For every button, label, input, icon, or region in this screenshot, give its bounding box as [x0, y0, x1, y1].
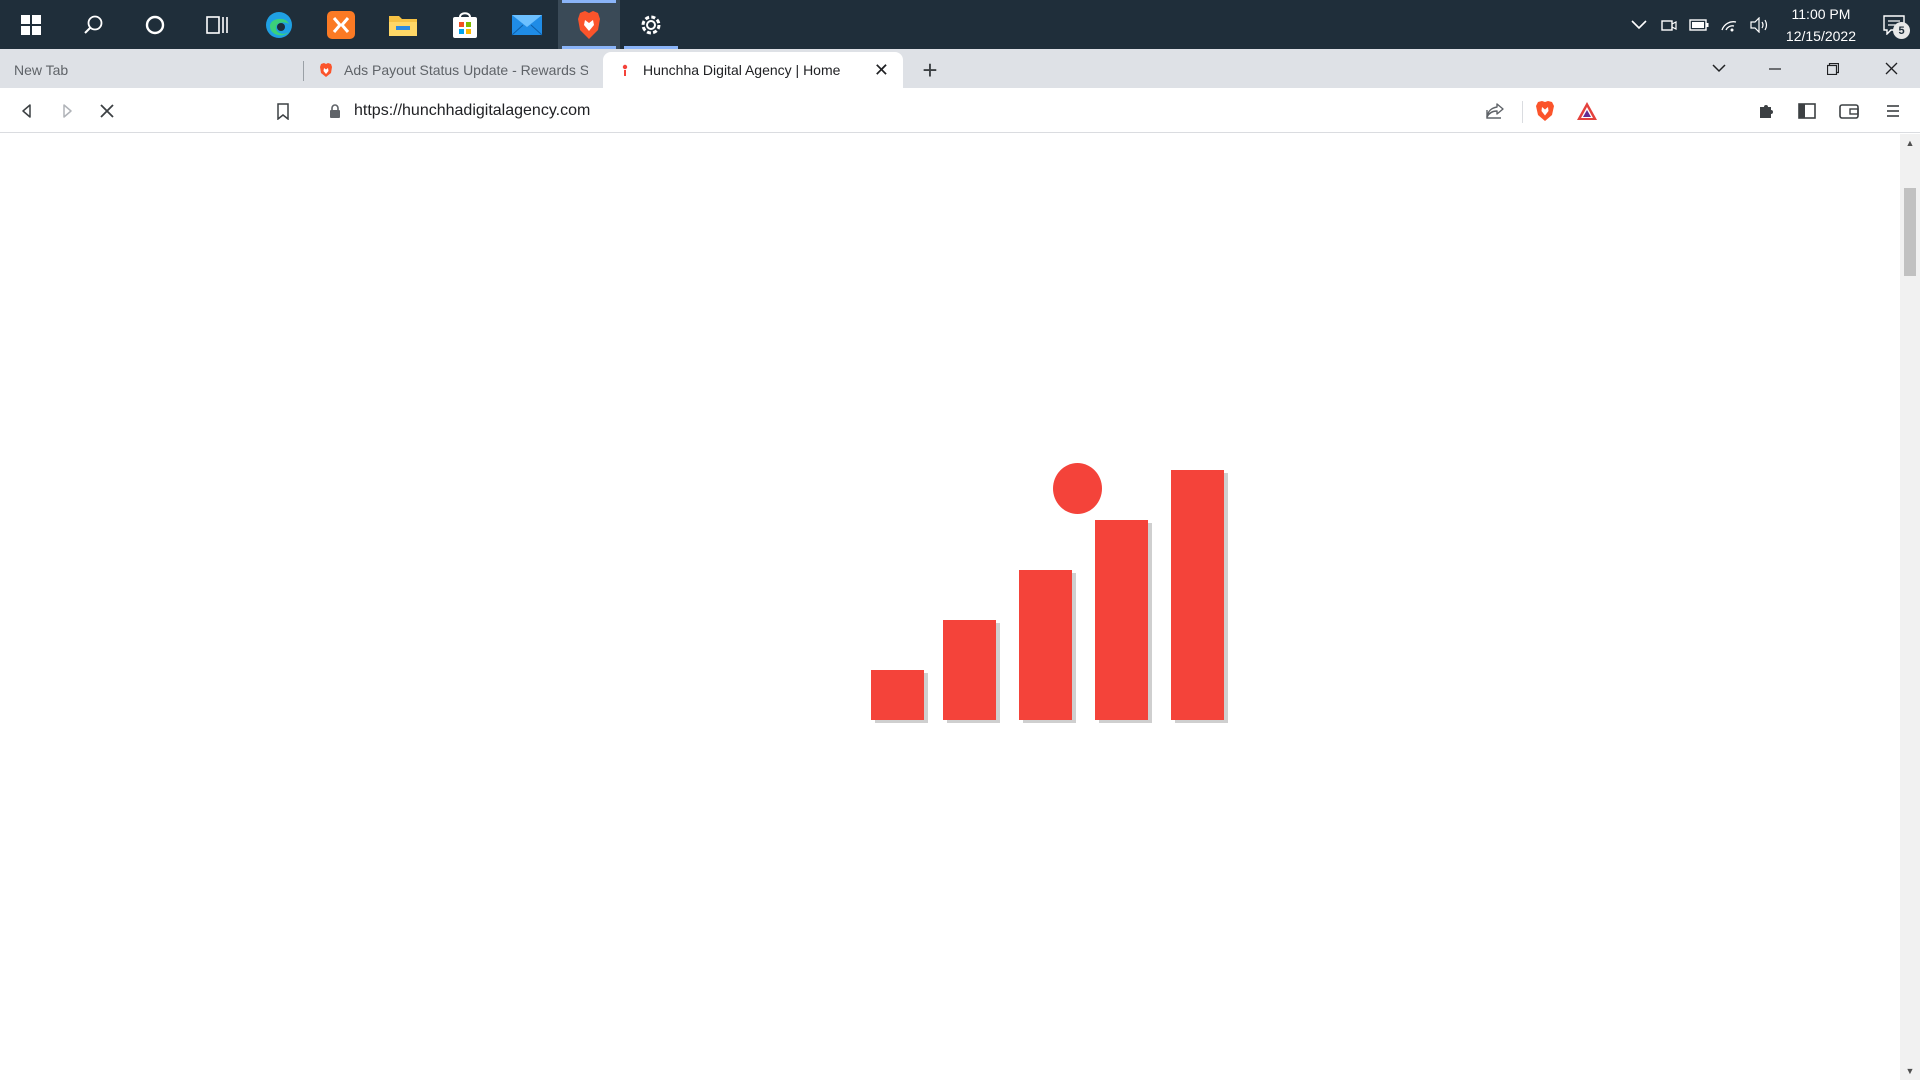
page-content: [0, 134, 1900, 1080]
tab-title: Hunchha Digital Agency | Home: [643, 62, 841, 78]
forward-button[interactable]: [52, 96, 82, 126]
browser-toolbar: https://hunchhadigitalagency.com: [0, 88, 1920, 133]
share-icon[interactable]: [1480, 96, 1510, 126]
wallet-icon[interactable]: [1834, 96, 1864, 126]
store-icon[interactable]: [434, 0, 496, 49]
preloader-bar-1: [871, 670, 924, 720]
bookmark-icon[interactable]: [268, 96, 298, 126]
page-scrollbar[interactable]: ▲ ▼: [1900, 134, 1920, 1080]
tab-title: New Tab: [14, 62, 69, 78]
new-tab-button[interactable]: +: [914, 54, 946, 86]
windows-taskbar: 11:00 PM 12/15/2022 5: [0, 0, 1920, 49]
preloader-bar-5: [1171, 470, 1224, 720]
scrollbar-thumb[interactable]: [1904, 188, 1916, 276]
windows-start-icon[interactable]: [0, 0, 62, 49]
chevron-up-icon[interactable]: [1624, 0, 1654, 49]
close-tab-icon[interactable]: ✕: [864, 60, 889, 81]
sidebar-icon[interactable]: [1792, 96, 1822, 126]
brave-favicon-icon: [320, 63, 332, 77]
address-bar[interactable]: https://hunchhadigitalagency.com: [310, 93, 1610, 128]
xampp-icon[interactable]: [310, 0, 372, 49]
search-icon[interactable]: [62, 0, 124, 49]
preloader-animation: [0, 134, 1900, 1080]
mail-icon[interactable]: [496, 0, 558, 49]
clock-date: 12/15/2022: [1785, 27, 1856, 44]
settings-icon[interactable]: [620, 0, 682, 49]
volume-icon[interactable]: [1744, 0, 1774, 49]
back-button[interactable]: [12, 96, 42, 126]
tab-hunchha-digital-agency[interactable]: Hunchha Digital Agency | Home ✕: [603, 52, 903, 88]
file-explorer-icon[interactable]: [372, 0, 434, 49]
notification-center-icon[interactable]: 5: [1868, 0, 1920, 49]
tab-new-tab[interactable]: New Tab: [0, 52, 302, 88]
loading-favicon-icon: [622, 64, 628, 76]
url-text: https://hunchhadigitalagency.com: [354, 101, 591, 119]
preloader-dot: [1053, 463, 1102, 514]
tab-search-icon[interactable]: [1696, 49, 1742, 88]
extensions-icon[interactable]: [1752, 96, 1782, 126]
tab-title: Ads Payout Status Update - Rewards S: [344, 62, 588, 78]
battery-icon[interactable]: [1684, 0, 1714, 49]
restore-button[interactable]: [1810, 49, 1856, 88]
system-tray: 11:00 PM 12/15/2022 5: [1624, 0, 1920, 49]
notification-count-badge: 5: [1893, 22, 1910, 39]
lock-icon[interactable]: [328, 103, 342, 119]
toolbar-divider: [1522, 101, 1523, 123]
scroll-up-arrow-icon[interactable]: ▲: [1905, 138, 1915, 148]
tab-ads-payout[interactable]: Ads Payout Status Update - Rewards S: [304, 52, 602, 88]
edge-icon[interactable]: [248, 0, 310, 49]
preloader-bar-2: [943, 620, 996, 720]
cortana-icon[interactable]: [124, 0, 186, 49]
brave-icon[interactable]: [558, 0, 620, 49]
brave-rewards-icon[interactable]: [1572, 96, 1602, 126]
task-view-icon[interactable]: [186, 0, 248, 49]
clock-time: 11:00 PM: [1791, 5, 1851, 22]
preloader-bar-4: [1095, 520, 1148, 720]
minimize-button[interactable]: [1752, 49, 1798, 88]
wifi-icon[interactable]: [1714, 0, 1744, 49]
meet-now-icon[interactable]: [1654, 0, 1684, 49]
stop-loading-button[interactable]: [92, 96, 122, 126]
brave-shields-icon[interactable]: [1530, 96, 1560, 126]
browser-tab-strip: New Tab Ads Payout Status Update - Rewar…: [0, 49, 1920, 88]
close-window-button[interactable]: [1868, 49, 1914, 88]
taskbar-clock[interactable]: 11:00 PM 12/15/2022: [1774, 3, 1868, 47]
preloader-bar-3: [1019, 570, 1072, 720]
menu-icon[interactable]: [1878, 96, 1908, 126]
scroll-down-arrow-icon[interactable]: ▼: [1905, 1066, 1915, 1076]
